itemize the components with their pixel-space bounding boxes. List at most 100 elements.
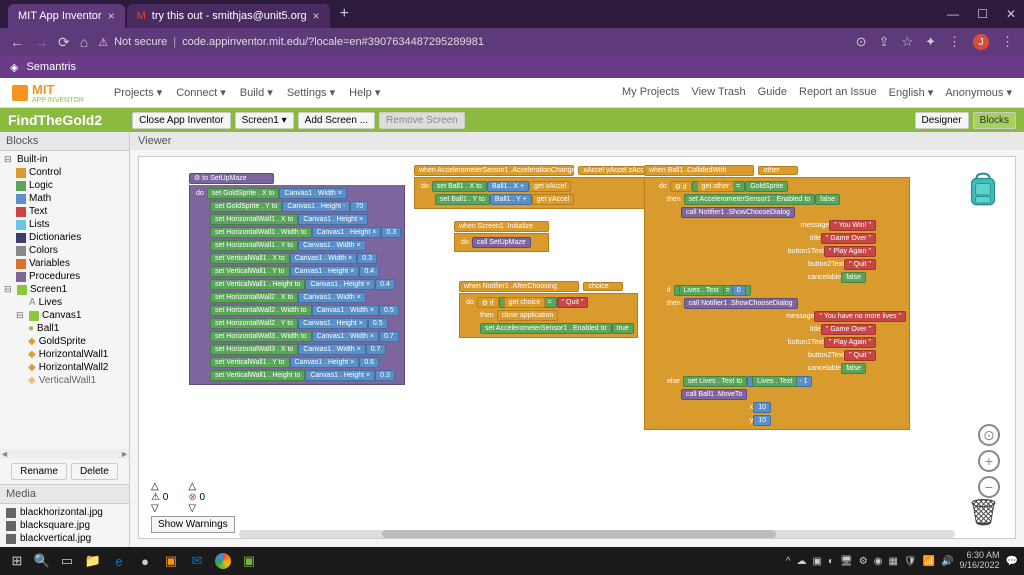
star-icon[interactable]: ☆ xyxy=(901,34,913,50)
tree-vwall1[interactable]: ◆VerticalWall1 xyxy=(4,374,125,387)
tray-icon[interactable]: 🖥 xyxy=(840,556,853,567)
cat-math[interactable]: Math xyxy=(4,192,125,205)
bookmark-item[interactable]: Semantris xyxy=(26,61,76,73)
app-icon[interactable]: ▣ xyxy=(238,550,260,572)
link-view-trash[interactable]: View Trash xyxy=(691,86,745,99)
file-explorer-icon[interactable]: 📁 xyxy=(82,550,104,572)
browser-tab[interactable]: M try this out - smithjas@unit5.org × xyxy=(127,4,330,28)
minimize-icon[interactable]: — xyxy=(947,7,959,21)
horizontal-scrollbar[interactable] xyxy=(239,530,955,538)
backpack-icon[interactable] xyxy=(966,172,1000,208)
event-screen-initialize[interactable]: when Screen1 .Initialize docall SetUpMaz… xyxy=(454,215,549,252)
zoom-in-icon[interactable]: + xyxy=(978,450,1000,472)
kebab-icon[interactable]: ⋮ xyxy=(1001,34,1014,50)
tray-icon[interactable]: ◉ xyxy=(874,556,883,567)
search-icon[interactable]: ⊙ xyxy=(856,34,867,50)
chrome-icon[interactable] xyxy=(212,550,234,572)
show-warnings-button[interactable]: Show Warnings xyxy=(151,516,235,533)
app-icon[interactable]: ● xyxy=(134,550,156,572)
logo[interactable]: MIT APP INVENTOR xyxy=(12,82,84,104)
tree-screen1[interactable]: ⊟Screen1 xyxy=(4,283,125,296)
block-proc-def[interactable]: ⚙ to SetUpMaze xyxy=(189,173,274,184)
menu-settings[interactable]: Settings ▾ xyxy=(287,86,335,99)
close-icon[interactable]: × xyxy=(313,9,320,23)
media-item[interactable]: blackvertical.jpg xyxy=(6,532,123,545)
close-app-inventor-button[interactable]: Close App Inventor xyxy=(132,112,231,129)
cat-procedures[interactable]: Procedures xyxy=(4,270,125,283)
tree-canvas1[interactable]: ⊟Canvas1 xyxy=(4,309,125,322)
home-icon[interactable]: ⌂ xyxy=(80,34,88,50)
share-icon[interactable]: ⇪ xyxy=(879,34,890,50)
cat-variables[interactable]: Variables xyxy=(4,257,125,270)
wifi-icon[interactable]: 📶 xyxy=(923,556,935,567)
tray-icon[interactable]: ▣ xyxy=(813,556,822,567)
menu-build[interactable]: Build ▾ xyxy=(240,86,273,99)
tree-lives[interactable]: ALives xyxy=(4,296,125,309)
tray-icon[interactable]: ◐ xyxy=(828,556,834,567)
scrollbar-thumb[interactable] xyxy=(382,530,776,538)
trash-icon[interactable]: 🗑 xyxy=(967,497,1000,528)
menu-help[interactable]: Help ▾ xyxy=(349,86,380,99)
rename-button[interactable]: Rename xyxy=(11,463,67,480)
horizontal-scrollbar[interactable]: ◄► xyxy=(0,449,129,459)
delete-button[interactable]: Delete xyxy=(71,463,118,480)
zoom-out-icon[interactable]: − xyxy=(978,476,1000,498)
address-bar[interactable]: ⚠ Not secure | code.appinventor.mit.edu/… xyxy=(98,36,845,49)
screen-selector[interactable]: Screen1 ▾ xyxy=(235,112,294,129)
close-icon[interactable]: × xyxy=(108,9,115,23)
browser-tab-active[interactable]: MIT App Inventor × xyxy=(8,4,125,28)
media-item[interactable]: blacksquare.jpg xyxy=(6,519,123,532)
event-ball-collided[interactable]: when Ball1 .CollidedWith other do⚙ ifget… xyxy=(644,159,910,430)
tree-hwall2[interactable]: ◆HorizontalWall2 xyxy=(4,361,125,374)
blocks-canvas[interactable]: ⚙ to SetUpMaze doset GoldSprite . X toCa… xyxy=(138,156,1016,539)
menu-language[interactable]: English ▾ xyxy=(889,86,934,99)
cat-colors[interactable]: Colors xyxy=(4,244,125,257)
link-report[interactable]: Report an Issue xyxy=(799,86,877,99)
cat-control[interactable]: Control xyxy=(4,166,125,179)
volume-icon[interactable]: 🔊 xyxy=(941,556,953,567)
edge-icon[interactable]: e xyxy=(108,550,130,572)
mail-icon[interactable]: ✉ xyxy=(186,550,208,572)
clock[interactable]: 6:30 AM 9/16/2022 xyxy=(960,551,1000,571)
add-screen-button[interactable]: Add Screen ... xyxy=(298,112,375,129)
search-icon[interactable]: 🔍 xyxy=(32,550,52,572)
tray-chevron-icon[interactable]: ^ xyxy=(786,556,791,567)
tray-icon[interactable]: ▦ xyxy=(888,556,897,567)
tray-icon[interactable]: 🛡 xyxy=(904,556,917,567)
designer-button[interactable]: Designer xyxy=(915,112,969,129)
link-my-projects[interactable]: My Projects xyxy=(622,86,679,99)
tree-builtin[interactable]: ⊟Built-in xyxy=(4,153,125,166)
menu-projects[interactable]: Projects ▾ xyxy=(114,86,162,99)
tree-ball1[interactable]: ●Ball1 xyxy=(4,322,125,335)
extensions-icon[interactable]: ✦ xyxy=(925,34,936,50)
close-icon[interactable]: ✕ xyxy=(1006,7,1016,21)
menu-icon[interactable]: ⋮ xyxy=(948,34,961,50)
tray-icon[interactable]: ☁ xyxy=(797,556,807,567)
cat-logic[interactable]: Logic xyxy=(4,179,125,192)
maximize-icon[interactable]: ☐ xyxy=(977,7,988,21)
reload-icon[interactable]: ⟳ xyxy=(58,34,70,51)
task-view-icon[interactable]: ▭ xyxy=(56,550,78,572)
remove-screen-button[interactable]: Remove Screen xyxy=(379,112,465,129)
blocks-button[interactable]: Blocks xyxy=(973,112,1016,129)
app-icon[interactable]: ▣ xyxy=(160,550,182,572)
collapse-icon[interactable]: ⊟ xyxy=(16,310,26,321)
collapse-icon[interactable]: ⊟ xyxy=(4,284,14,295)
tray-icon[interactable]: ⚙ xyxy=(859,556,868,567)
event-accelerometer[interactable]: when AccelerometerSensor1 .AccelerationC… xyxy=(414,159,678,209)
media-item[interactable]: blackhorizontal.jpg xyxy=(6,506,123,519)
center-icon[interactable]: ⊙ xyxy=(978,424,1000,446)
notifications-icon[interactable]: 💬 xyxy=(1006,556,1018,567)
cat-text[interactable]: Text xyxy=(4,205,125,218)
new-tab-button[interactable]: + xyxy=(332,5,357,23)
event-notifier-afterchoosing[interactable]: when Notifier1 .AfterChoosing choice do⚙… xyxy=(459,275,638,338)
collapse-icon[interactable]: ⊟ xyxy=(4,154,14,165)
menu-connect[interactable]: Connect ▾ xyxy=(176,86,226,99)
back-icon[interactable]: ← xyxy=(10,34,24,50)
link-guide[interactable]: Guide xyxy=(758,86,787,99)
menu-user[interactable]: Anonymous ▾ xyxy=(945,86,1012,99)
tree-hwall1[interactable]: ◆HorizontalWall1 xyxy=(4,348,125,361)
tree-goldsprite[interactable]: ◆GoldSprite xyxy=(4,335,125,348)
cat-dictionaries[interactable]: Dictionaries xyxy=(4,231,125,244)
cat-lists[interactable]: Lists xyxy=(4,218,125,231)
